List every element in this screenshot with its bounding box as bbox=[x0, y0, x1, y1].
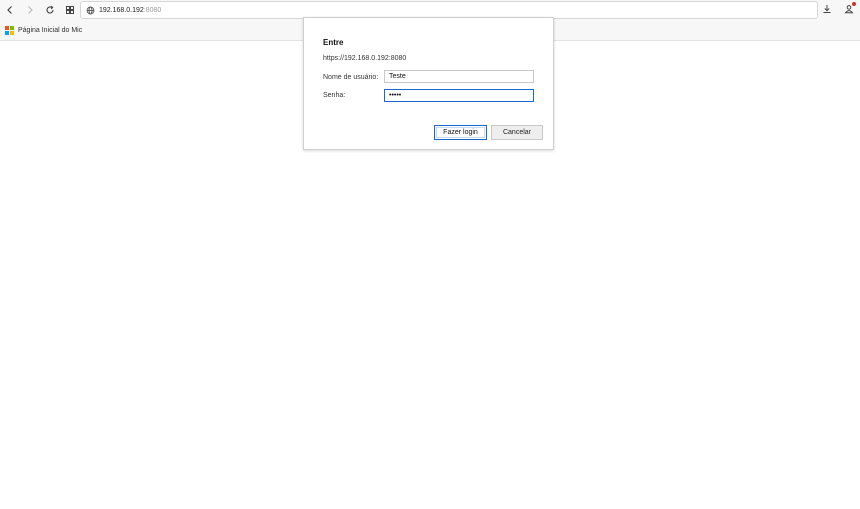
username-label: Nome de usuário: bbox=[323, 74, 379, 81]
address-port: :8080 bbox=[143, 6, 162, 14]
microsoft-logo-icon bbox=[5, 25, 14, 35]
address-host: 192.168.0.192 bbox=[99, 6, 144, 14]
back-button[interactable] bbox=[0, 0, 20, 20]
refresh-button[interactable] bbox=[40, 0, 60, 20]
password-input[interactable] bbox=[384, 89, 534, 102]
username-input[interactable] bbox=[384, 70, 534, 83]
profile-button[interactable] bbox=[842, 2, 856, 16]
chevron-left-icon bbox=[7, 6, 12, 14]
chevron-right-icon bbox=[28, 6, 33, 14]
refresh-icon bbox=[46, 5, 54, 14]
notification-dot bbox=[852, 2, 856, 6]
download-icon bbox=[823, 5, 831, 13]
dialog-url: https://192.168.0.192:8080 bbox=[323, 55, 407, 62]
cancel-button[interactable]: Cancelar bbox=[491, 125, 543, 140]
grid-icon bbox=[66, 6, 74, 14]
forward-button[interactable] bbox=[20, 0, 40, 20]
password-label: Senha: bbox=[323, 92, 346, 99]
dialog-title: Entre bbox=[323, 38, 344, 47]
login-button[interactable]: Fazer login bbox=[434, 125, 487, 140]
globe-icon[interactable] bbox=[81, 6, 99, 15]
favorite-label: Página Inicial do Mic bbox=[18, 26, 83, 34]
tab-actions-button[interactable] bbox=[60, 0, 80, 20]
login-dialog: Entre https://192.168.0.192:8080 Nome de… bbox=[303, 17, 554, 150]
favorite-item[interactable]: Página Inicial do Mic bbox=[5, 25, 83, 35]
downloads-button[interactable] bbox=[820, 2, 834, 16]
